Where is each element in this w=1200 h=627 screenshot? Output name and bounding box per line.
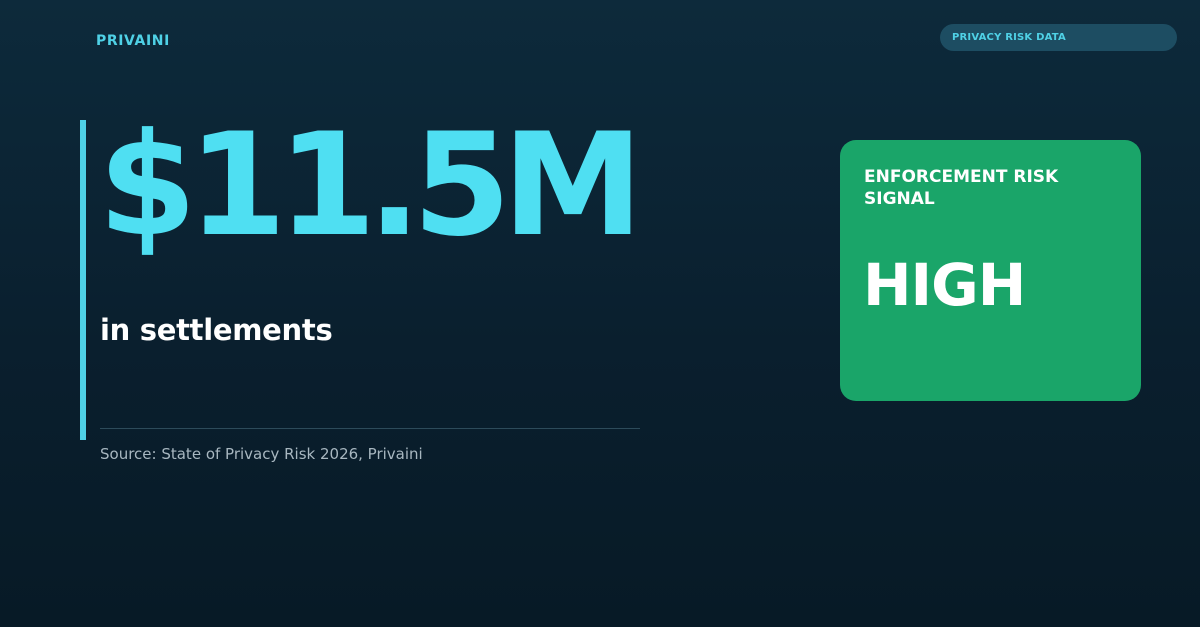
category-tag: PRIVACY RISK DATA xyxy=(940,24,1177,51)
risk-level-value: HIGH xyxy=(863,251,1026,319)
divider xyxy=(100,428,640,429)
accent-bar xyxy=(80,120,86,440)
risk-signal-card: ENFORCEMENT RISK SIGNAL HIGH xyxy=(840,140,1141,401)
brand-logo: PRIVAINI xyxy=(96,33,170,49)
category-tag-label: PRIVACY RISK DATA xyxy=(952,32,1066,43)
stat-caption: in settlements xyxy=(100,313,333,347)
headline-stat: $11.5M xyxy=(98,103,643,268)
source-citation: Source: State of Privacy Risk 2026, Priv… xyxy=(100,445,423,463)
risk-signal-title: ENFORCEMENT RISK SIGNAL xyxy=(864,167,1059,209)
